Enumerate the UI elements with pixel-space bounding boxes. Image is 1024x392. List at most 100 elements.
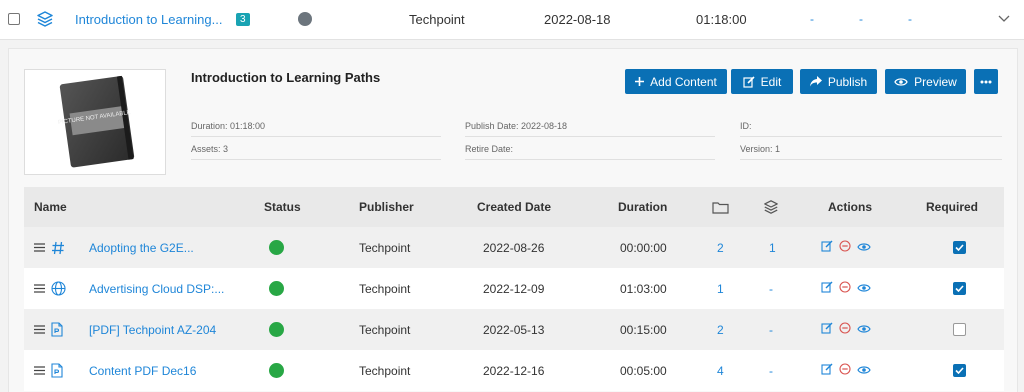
remove-icon[interactable] bbox=[839, 240, 851, 255]
layer-count-link[interactable]: - bbox=[859, 0, 863, 38]
content-name-link[interactable]: [PDF] Techpoint AZ-204 bbox=[89, 309, 216, 350]
duration-text: 00:05:00 bbox=[620, 363, 667, 378]
layer-count-link[interactable]: - bbox=[769, 350, 773, 391]
remove-icon[interactable] bbox=[839, 281, 851, 296]
edit-icon[interactable] bbox=[821, 322, 833, 337]
content-name-link[interactable]: Content PDF Dec16 bbox=[89, 350, 196, 391]
row-actions bbox=[821, 268, 871, 309]
plus-icon bbox=[635, 77, 645, 86]
eye-icon[interactable] bbox=[857, 282, 871, 296]
remove-icon[interactable] bbox=[839, 322, 851, 337]
status-indicator bbox=[269, 350, 284, 391]
row-select-checkbox[interactable] bbox=[8, 0, 20, 38]
created-date-text: 2022-12-16 bbox=[483, 363, 545, 378]
header-required[interactable]: Required bbox=[926, 187, 978, 227]
status-indicator bbox=[269, 227, 284, 268]
publisher-text: Techpoint bbox=[409, 11, 465, 27]
content-name-link[interactable]: Advertising Cloud DSP:... bbox=[89, 268, 224, 309]
required-checkbox[interactable] bbox=[953, 350, 966, 391]
eye-icon[interactable] bbox=[857, 241, 871, 255]
ellipsis-icon bbox=[980, 80, 992, 83]
thumbnail-image: PICTURE NOT AVAILABLE bbox=[24, 69, 166, 175]
created-date-text: 2022-05-13 bbox=[483, 322, 545, 337]
table-row: Adopting the G2E... Techpoint 2022-08-26 00… bbox=[24, 227, 1004, 268]
learning-path-row: Introduction to Learning... 3 Techpoint … bbox=[0, 0, 1024, 40]
drag-handle-icon[interactable] bbox=[34, 227, 45, 268]
edit-button[interactable]: Edit bbox=[731, 69, 793, 94]
duration-text: 01:18:00 bbox=[696, 11, 747, 27]
date-text: 2022-08-18 bbox=[544, 11, 611, 27]
layers-icon bbox=[763, 187, 779, 227]
publish-button[interactable]: Publish bbox=[800, 69, 877, 94]
required-checkbox[interactable] bbox=[953, 309, 966, 350]
folder-count-link[interactable]: - bbox=[810, 0, 814, 38]
duration-text: 01:03:00 bbox=[620, 281, 667, 296]
eye-icon[interactable] bbox=[857, 323, 871, 337]
edit-icon bbox=[743, 75, 755, 88]
detail-title: Introduction to Learning Paths bbox=[191, 70, 381, 85]
required-checkbox[interactable] bbox=[953, 268, 966, 309]
more-options-button[interactable] bbox=[974, 69, 998, 94]
created-date-text: 2022-12-09 bbox=[483, 281, 545, 296]
duration-text: 00:00:00 bbox=[620, 240, 667, 255]
header-status[interactable]: Status bbox=[264, 187, 301, 227]
edit-icon[interactable] bbox=[821, 281, 833, 296]
header-created-date[interactable]: Created Date bbox=[477, 187, 551, 227]
duration-meta: Duration: 01:18:00 bbox=[191, 115, 441, 137]
required-checkbox[interactable] bbox=[953, 227, 966, 268]
row-actions bbox=[821, 350, 871, 391]
id-meta: ID: bbox=[740, 115, 1002, 137]
content-table: Name Status Publisher Created Date Durat… bbox=[24, 187, 1004, 391]
drag-handle-icon[interactable] bbox=[34, 309, 45, 350]
asset-count-badge: 3 bbox=[236, 0, 250, 38]
eye-icon[interactable] bbox=[857, 364, 871, 378]
preview-button[interactable]: Preview bbox=[885, 69, 966, 94]
share-icon bbox=[809, 76, 822, 87]
edit-icon[interactable] bbox=[821, 240, 833, 255]
learning-path-detail-panel: PICTURE NOT AVAILABLE Introduction to Le… bbox=[8, 48, 1018, 392]
header-actions: Actions bbox=[828, 200, 873, 214]
publisher-text: Techpoint bbox=[359, 240, 411, 255]
folder-count-link[interactable]: 4 bbox=[717, 350, 724, 391]
publisher-text: Techpoint bbox=[359, 363, 411, 378]
version-meta: Version: 1 bbox=[740, 138, 1002, 160]
drag-handle-icon[interactable] bbox=[34, 268, 45, 309]
duration-text: 00:15:00 bbox=[620, 322, 667, 337]
pdf-file-icon bbox=[51, 350, 63, 391]
retire-date-meta: Retire Date: bbox=[465, 138, 715, 160]
extra-count-link[interactable]: - bbox=[908, 0, 912, 38]
header-publisher[interactable]: Publisher bbox=[359, 187, 414, 227]
header-name[interactable]: Name bbox=[34, 187, 67, 227]
remove-icon[interactable] bbox=[839, 363, 851, 378]
eye-icon bbox=[894, 77, 908, 86]
layer-count-link[interactable]: - bbox=[769, 309, 773, 350]
status-indicator bbox=[269, 309, 284, 350]
table-header: Name Status Publisher Created Date Durat… bbox=[24, 187, 1004, 227]
publisher-text: Techpoint bbox=[359, 281, 411, 296]
pdf-file-icon bbox=[51, 309, 63, 350]
globe-icon bbox=[51, 268, 66, 309]
status-indicator bbox=[298, 0, 312, 38]
learning-path-title-link[interactable]: Introduction to Learning... bbox=[75, 0, 222, 38]
edit-icon[interactable] bbox=[821, 363, 833, 378]
assets-meta: Assets: 3 bbox=[191, 138, 441, 160]
row-actions bbox=[821, 309, 871, 350]
publish-date-meta: Publish Date: 2022-08-18 bbox=[465, 115, 715, 137]
header-duration[interactable]: Duration bbox=[618, 187, 667, 227]
folder-icon bbox=[712, 187, 729, 227]
row-actions bbox=[821, 227, 871, 268]
chevron-down-icon[interactable] bbox=[998, 0, 1010, 38]
layers-icon bbox=[36, 0, 54, 38]
layer-count-link[interactable]: - bbox=[769, 268, 773, 309]
folder-count-link[interactable]: 2 bbox=[717, 309, 724, 350]
add-content-button[interactable]: Add Content bbox=[625, 69, 727, 94]
content-name-link[interactable]: Adopting the G2E... bbox=[89, 227, 194, 268]
drag-handle-icon[interactable] bbox=[34, 350, 45, 391]
table-row: [PDF] Techpoint AZ-204 Techpoint 2022-05-1… bbox=[24, 309, 1004, 350]
created-date-text: 2022-08-26 bbox=[483, 240, 545, 255]
table-row: Content PDF Dec16 Techpoint 2022-12-16 00:0… bbox=[24, 350, 1004, 391]
layer-count-link[interactable]: 1 bbox=[769, 227, 776, 268]
folder-count-link[interactable]: 2 bbox=[717, 227, 724, 268]
folder-count-link[interactable]: 1 bbox=[717, 268, 724, 309]
publisher-text: Techpoint bbox=[359, 322, 411, 337]
